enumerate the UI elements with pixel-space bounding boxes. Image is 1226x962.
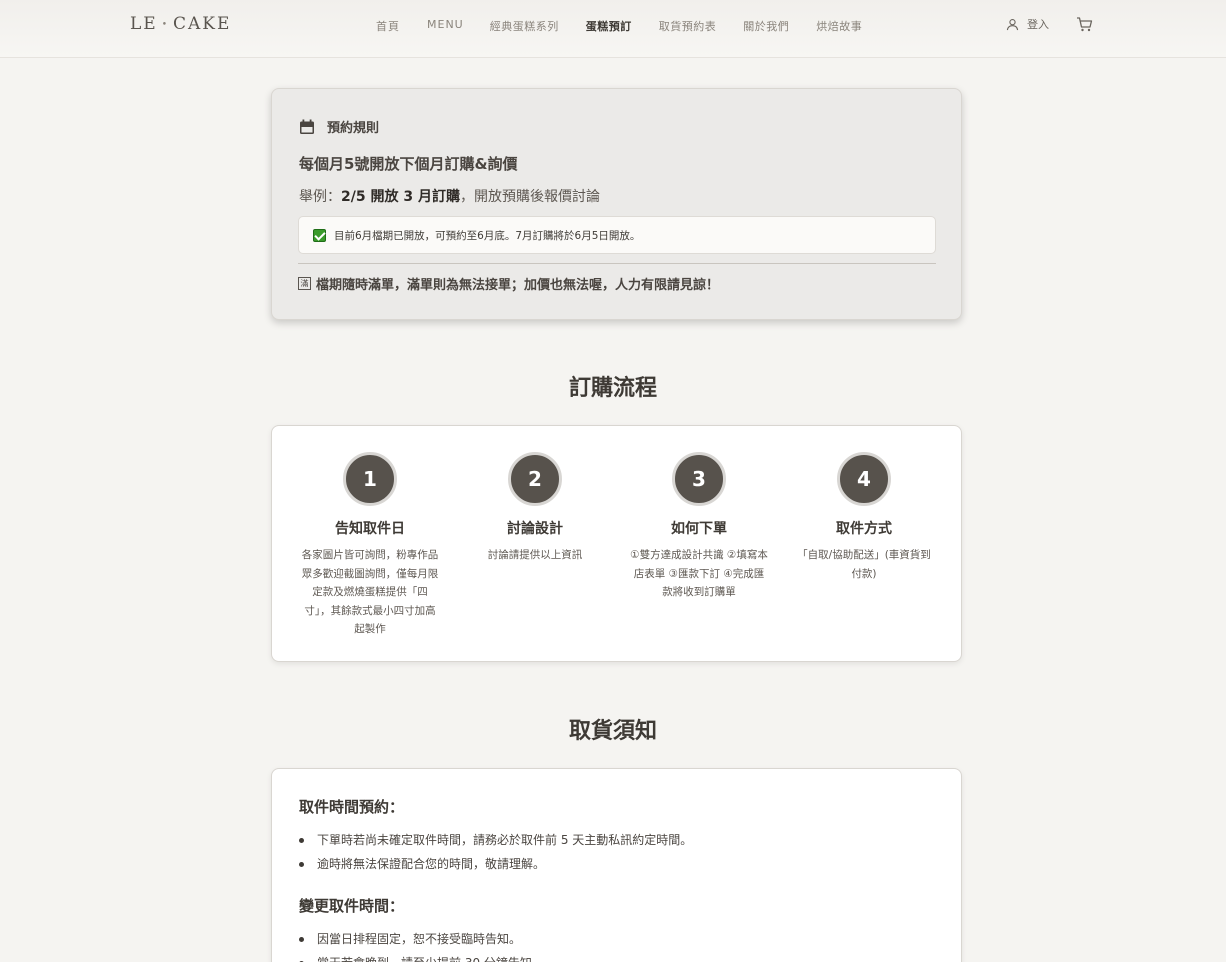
menu-cake-order[interactable]: 蛋糕預訂 bbox=[586, 18, 632, 34]
menu-baking-story[interactable]: 烘焙故事 bbox=[816, 18, 862, 34]
rules-divider bbox=[298, 263, 936, 264]
main-menu: 首頁 MENU 經典蛋糕系列 蛋糕預訂 取貨預約表 關於我們 烘焙故事 bbox=[376, 18, 889, 34]
user-icon bbox=[1006, 18, 1019, 30]
step-title: 告知取件日 bbox=[335, 521, 405, 537]
calendar-icon bbox=[300, 119, 314, 134]
menu-classic-cakes[interactable]: 經典蛋糕系列 bbox=[490, 18, 559, 34]
rules-title: 預約規則 bbox=[327, 121, 380, 136]
step-title: 如何下單 bbox=[671, 521, 727, 537]
pickup-list: 下單時若尚未確定取件時間，請務必於取件前 5 天主動私訊約定時間。 逾時將無法保… bbox=[299, 828, 692, 876]
notice-text: 目前6月檔期已開放，可預約至6月底。7月訂購將於6月5日開放。 bbox=[334, 229, 641, 242]
warning-text: 檔期隨時滿單，滿單則為無法接單；加價也無法喔，人力有限請見諒！ bbox=[316, 278, 720, 293]
booking-rules-card: 預約規則 每個月5號開放下個月訂購&詢價 舉例：2/5 開放 3 月訂購，開放預… bbox=[271, 88, 962, 320]
step-title: 討論設計 bbox=[507, 521, 563, 537]
step-number: 3 bbox=[672, 452, 726, 506]
rules-header: 預約規則 bbox=[299, 117, 379, 136]
menu-menu[interactable]: MENU bbox=[427, 18, 464, 34]
checkbox-checked-icon bbox=[313, 228, 326, 242]
step-title: 取件方式 bbox=[836, 521, 892, 537]
step-desc: ①雙方達成設計共識 ②填寫本店表單 ③匯款下訂 ④完成匯款將收到訂購單 bbox=[630, 549, 768, 598]
process-title: 訂購流程 bbox=[568, 375, 657, 401]
example-prefix: 舉例： bbox=[299, 189, 341, 205]
step-desc: 各家圖片皆可詢問，粉專作品眾多歡迎截圖詢問，僅每月限定款及燃燒蛋糕提供「四寸」，… bbox=[301, 549, 439, 635]
pickup-title: 取貨須知 bbox=[568, 718, 657, 744]
capacity-warning: 滿 檔期隨時滿單，滿單則為無法接單；加價也無法喔，人力有限請見諒！ bbox=[298, 274, 719, 293]
rules-example: 舉例：2/5 開放 3 月訂購，開放預購後報價討論 bbox=[299, 186, 600, 206]
logo-left: LE bbox=[130, 14, 158, 34]
step-number: 2 bbox=[508, 452, 562, 506]
pickup-section-heading: 變更取件時間： bbox=[299, 897, 405, 915]
cart-button[interactable] bbox=[1076, 16, 1094, 37]
login-link[interactable]: 登入 bbox=[1006, 16, 1049, 32]
pickup-section-heading: 取件時間預約： bbox=[299, 798, 405, 816]
logo-right: CAKE bbox=[173, 14, 232, 34]
list-item: 下單時若尚未確定取件時間，請務必於取件前 5 天主動私訊約定時間。 bbox=[299, 828, 692, 852]
step-desc: 討論請提供以上資訊 bbox=[487, 549, 583, 561]
menu-home[interactable]: 首頁 bbox=[376, 18, 400, 34]
rules-headline: 每個月5號開放下個月訂購&詢價 bbox=[299, 155, 518, 173]
full-badge-icon: 滿 bbox=[298, 277, 311, 290]
login-label: 登入 bbox=[1027, 18, 1049, 31]
pickup-notice-card: 取件時間預約： 下單時若尚未確定取件時間，請務必於取件前 5 天主動私訊約定時間… bbox=[271, 768, 962, 962]
list-item: 當天若會晚到，請至少提前 30 分鐘告知。 bbox=[299, 951, 544, 962]
list-item: 因當日排程固定，恕不接受臨時告知。 bbox=[299, 927, 544, 951]
process-steps-card: 1 告知取件日 各家圖片皆可詢問，粉專作品眾多歡迎截圖詢問，僅每月限定款及燃燒蛋… bbox=[271, 425, 962, 662]
step-number: 1 bbox=[343, 452, 397, 506]
list-item: 逾時將無法保證配合您的時間，敬請理解。 bbox=[299, 852, 692, 876]
logo-dot: • bbox=[161, 19, 170, 30]
logo[interactable]: LE • CAKE bbox=[130, 14, 231, 34]
pickup-list: 因當日排程固定，恕不接受臨時告知。 當天若會晚到，請至少提前 30 分鐘告知。 bbox=[299, 927, 544, 962]
example-suffix: ，開放預購後報價討論 bbox=[459, 189, 600, 205]
menu-about[interactable]: 關於我們 bbox=[743, 18, 789, 34]
cart-icon bbox=[1077, 17, 1093, 32]
step-desc: 「自取/協助配送」(車資貨到付款) bbox=[797, 549, 931, 580]
top-nav: LE • CAKE 首頁 MENU 經典蛋糕系列 蛋糕預訂 取貨預約表 關於我們 烘… bbox=[0, 0, 1226, 58]
availability-notice: 目前6月檔期已開放，可預約至6月底。7月訂購將於6月5日開放。 bbox=[298, 216, 936, 254]
step-number: 4 bbox=[837, 452, 891, 506]
menu-pickup-schedule[interactable]: 取貨預約表 bbox=[659, 18, 717, 34]
example-bold: 2/5 開放 3 月訂購 bbox=[341, 189, 460, 205]
